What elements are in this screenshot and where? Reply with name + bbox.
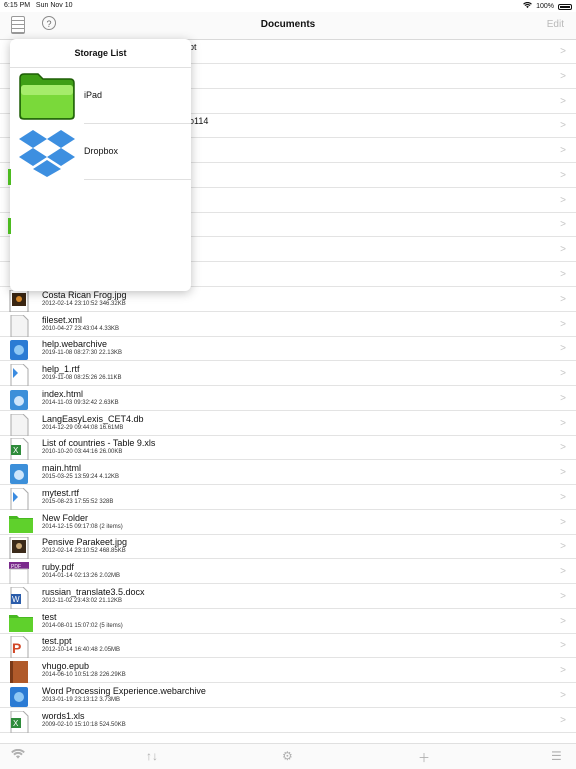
- list-item[interactable]: X words1.xls 2009-02-10 15:10:18 524.50KB…: [0, 709, 576, 734]
- chevron-right-icon: >: [560, 665, 566, 676]
- list-item[interactable]: index.html 2014-11-03 09:32:42 2.63KB >: [0, 387, 576, 411]
- chevron-right-icon: >: [560, 640, 566, 651]
- list-item[interactable]: test 2014-08-01 15:07:02 (5 items) >: [0, 610, 576, 634]
- edit-button[interactable]: Edit: [547, 19, 564, 30]
- rtf-file-icon: [9, 487, 31, 511]
- chevron-right-icon: >: [560, 145, 566, 156]
- status-time: 6:15 PM Sun Nov 10: [4, 2, 73, 9]
- webarchive-icon: [9, 686, 31, 707]
- html-file-icon: [9, 389, 31, 410]
- folder-icon: [18, 72, 76, 120]
- chevron-right-icon: >: [560, 71, 566, 82]
- powerpoint-file-icon: P: [9, 635, 31, 659]
- epub-file-icon: [9, 661, 31, 683]
- folder-icon: [9, 513, 33, 533]
- list-item[interactable]: New Folder 2014-12-15 09:17:08 (2 items) >: [0, 511, 576, 535]
- storage-item-label: Dropbox: [84, 146, 119, 156]
- plus-icon[interactable]: ＋: [418, 749, 430, 766]
- image-file-icon: [9, 289, 31, 313]
- svg-text:P: P: [12, 640, 21, 656]
- folder-icon: [9, 612, 33, 632]
- list-item[interactable]: P test.ppt 2012-10-14 16:40:48 2.05MB >: [0, 634, 576, 659]
- nav-bar: ? Documents Edit: [0, 12, 576, 40]
- webarchive-icon: [9, 339, 31, 360]
- list-item[interactable]: help_1.rtf 2019-11-08 08:25:26 26.11KB >: [0, 362, 576, 387]
- chevron-right-icon: >: [560, 269, 566, 280]
- chevron-right-icon: >: [560, 170, 566, 181]
- storage-item-dropbox[interactable]: Dropbox: [19, 124, 191, 180]
- list-item[interactable]: LangEasyLexis_CET4.db 2014-12-29 09:44:08…: [0, 412, 576, 437]
- battery-icon: [558, 3, 572, 10]
- chevron-right-icon: >: [560, 715, 566, 726]
- chevron-right-icon: >: [560, 96, 566, 107]
- excel-file-icon: X: [9, 437, 31, 461]
- chevron-right-icon: >: [560, 319, 566, 330]
- popover-title: Storage List: [10, 39, 191, 68]
- chevron-right-icon: >: [560, 541, 566, 552]
- document-icon: [9, 413, 31, 437]
- html-file-icon: [9, 463, 31, 484]
- chevron-right-icon: >: [560, 418, 566, 429]
- list-item[interactable]: Word Processing Experience.webarchive 201…: [0, 684, 576, 708]
- folder-icon: [8, 218, 11, 234]
- word-file-icon: W: [9, 586, 31, 610]
- svg-text:X: X: [13, 446, 19, 455]
- chevron-right-icon: >: [560, 591, 566, 602]
- list-item[interactable]: W russian_translate3.5.docx 2012-11-02 23…: [0, 585, 576, 610]
- excel-file-icon: X: [9, 710, 31, 734]
- wifi-status-icon: [523, 1, 532, 11]
- chevron-right-icon: >: [560, 467, 566, 478]
- chevron-right-icon: >: [560, 195, 566, 206]
- chevron-right-icon: >: [560, 517, 566, 528]
- list-item[interactable]: main.html 2015-03-25 13:59:24 4.12KB >: [0, 461, 576, 485]
- list-item[interactable]: Costa Rican Frog.jpg 2012-02-14 23:10:52 …: [0, 288, 576, 313]
- chevron-right-icon: >: [560, 393, 566, 404]
- wifi-icon[interactable]: [11, 748, 25, 763]
- chevron-right-icon: >: [560, 244, 566, 255]
- list-item[interactable]: mytest.rtf 2015-08-23 17:55:52 328B >: [0, 486, 576, 511]
- pdf-file-icon: PDF: [9, 562, 31, 585]
- page-title: Documents: [260, 19, 316, 30]
- list-item[interactable]: PDF ruby.pdf 2014-01-14 02:13:26 2.02MB >: [0, 560, 576, 585]
- list-item[interactable]: help.webarchive 2019-11-08 08:27:30 22.13…: [0, 337, 576, 361]
- chevron-right-icon: >: [560, 690, 566, 701]
- chevron-right-icon: >: [560, 492, 566, 503]
- document-icon: [9, 314, 31, 338]
- list-item[interactable]: X List of countries - Table 9.xls 2010-10…: [0, 436, 576, 461]
- status-bar: 6:15 PM Sun Nov 10 100%: [0, 0, 576, 12]
- chevron-right-icon: >: [560, 616, 566, 627]
- sort-icon[interactable]: ↑↓: [146, 749, 158, 763]
- chevron-right-icon: >: [560, 368, 566, 379]
- chevron-right-icon: >: [560, 442, 566, 453]
- svg-text:X: X: [13, 719, 19, 728]
- bottom-toolbar: ↑↓ ⚙ ＋ ☰: [0, 743, 576, 769]
- chevron-right-icon: >: [560, 120, 566, 131]
- stack-icon[interactable]: ☰: [551, 749, 562, 763]
- rtf-file-icon: [9, 363, 31, 387]
- storage-item-ipad[interactable]: iPad: [19, 68, 191, 124]
- chevron-right-icon: >: [560, 294, 566, 305]
- battery-percent: 100%: [536, 3, 554, 10]
- gear-icon[interactable]: ⚙: [282, 749, 293, 763]
- chevron-right-icon: >: [560, 566, 566, 577]
- list-item[interactable]: Pensive Parakeet.jpg 2012-02-14 23:10:52 …: [0, 535, 576, 560]
- svg-text:W: W: [12, 595, 20, 604]
- dropbox-icon: [18, 128, 76, 177]
- storage-item-label: iPad: [84, 90, 103, 100]
- storage-list-popover: Storage List iPad Dropbox: [10, 39, 191, 291]
- image-file-icon: [9, 536, 31, 560]
- list-item[interactable]: fileset.xml 2010-04-27 23:43:04 4.33KB >: [0, 313, 576, 338]
- list-item[interactable]: vhugo.epub 2014-06-10 10:51:28 226.29KB >: [0, 659, 576, 683]
- chevron-right-icon: >: [560, 343, 566, 354]
- chevron-right-icon: >: [560, 46, 566, 57]
- chevron-right-icon: >: [560, 219, 566, 230]
- folder-icon: [8, 169, 11, 185]
